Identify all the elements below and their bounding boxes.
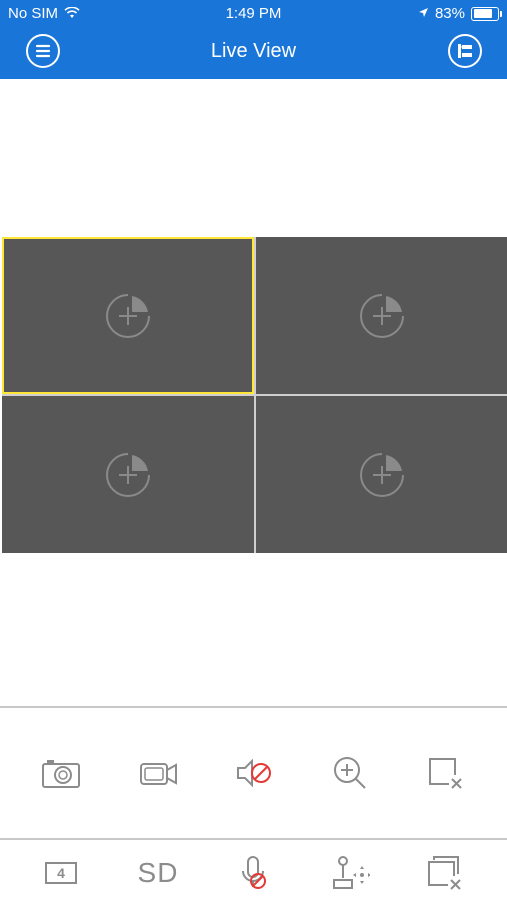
ptz-button[interactable] <box>325 851 375 895</box>
device-list-button[interactable] <box>448 34 482 68</box>
video-window-1[interactable] <box>2 237 254 394</box>
video-window-3[interactable] <box>2 396 254 553</box>
toolbar-divider-top <box>0 706 507 708</box>
live-view-grid <box>2 237 507 553</box>
add-camera-icon <box>106 293 150 338</box>
battery-icon <box>471 6 502 21</box>
video-window-2[interactable] <box>256 237 507 394</box>
snapshot-button[interactable] <box>36 751 86 795</box>
app-header: No SIM 1:49 PM 83% Live View <box>0 0 507 79</box>
window-count-button[interactable]: 4 <box>36 851 86 895</box>
audio-button[interactable] <box>230 751 280 795</box>
battery-percent: 83% <box>434 5 465 22</box>
device-list-icon <box>458 44 472 58</box>
status-right: 83% <box>418 5 502 22</box>
audio-muted-icon <box>237 758 271 788</box>
record-button[interactable] <box>133 751 183 795</box>
page-title: Live View <box>210 40 297 62</box>
toolbar-bottom: 4 SD <box>0 842 507 904</box>
record-icon <box>140 763 177 785</box>
location-arrow-icon <box>418 5 429 22</box>
ptz-icon <box>333 856 370 889</box>
close-window-button[interactable] <box>421 751 471 795</box>
stream-quality-label: SD <box>137 857 179 888</box>
talk-button[interactable] <box>230 851 280 895</box>
snapshot-icon <box>42 760 80 788</box>
add-camera-icon <box>360 452 404 497</box>
video-window-4[interactable] <box>256 396 507 553</box>
digital-zoom-icon <box>334 757 366 789</box>
stream-quality-button[interactable]: SD <box>133 851 183 895</box>
toolbar-divider-bottom <box>0 838 507 840</box>
close-all-button[interactable] <box>421 851 471 895</box>
talk-disabled-icon <box>242 856 266 889</box>
zoom-button[interactable] <box>325 751 375 795</box>
window-count-icon: 4 <box>45 862 77 884</box>
toolbar-top <box>0 742 507 804</box>
close-all-icon <box>428 856 461 890</box>
add-camera-icon <box>360 293 404 338</box>
close-window-icon <box>429 758 462 789</box>
add-camera-icon <box>106 452 150 497</box>
status-bar: No SIM 1:49 PM 83% <box>0 5 507 25</box>
